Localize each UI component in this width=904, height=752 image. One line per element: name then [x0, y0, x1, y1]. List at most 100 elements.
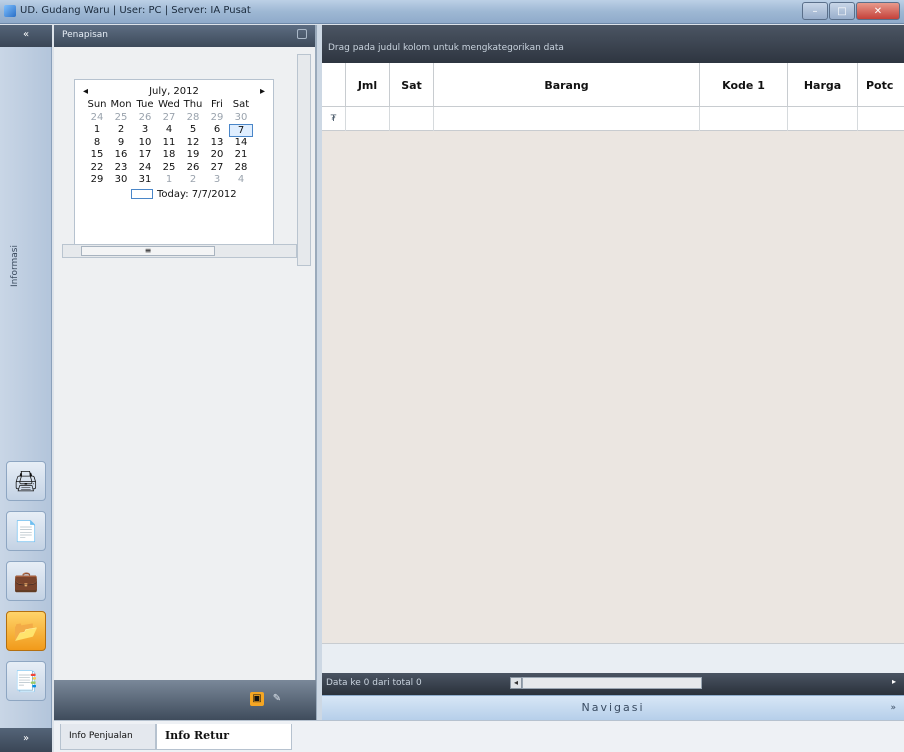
scrollbar-thumb[interactable]: ≡ — [81, 246, 215, 256]
filter-panel: Penapisan ◂ July, 2012 ▸ Sun Mon Tue Wed Thu… — [54, 25, 316, 720]
calendar-day[interactable]: 14 — [229, 137, 253, 150]
calendar-day[interactable]: 12 — [181, 137, 205, 150]
navigation-section-bar[interactable]: Navigasi » — [322, 695, 904, 720]
calendar-day[interactable]: 31 — [133, 174, 157, 187]
filter-cell-barang[interactable] — [434, 107, 700, 131]
filter-cell-kode1[interactable] — [700, 107, 788, 131]
calendar-day[interactable]: 24 — [85, 112, 109, 125]
filter-apply-icon[interactable]: ▣ — [250, 692, 264, 706]
calendar-day[interactable]: 9 — [109, 137, 133, 150]
calendar-day[interactable]: 27 — [157, 112, 181, 125]
prev-month-button[interactable]: ◂ — [83, 86, 88, 97]
calendar-day[interactable]: 26 — [181, 162, 205, 175]
calendar-day[interactable]: 29 — [205, 112, 229, 125]
printer-icon[interactable]: 🖨 — [6, 461, 46, 501]
tab-info-penjualan[interactable]: Info Penjualan — [60, 724, 156, 750]
filter-horizontal-scrollbar[interactable]: ≡ — [62, 244, 297, 258]
column-header-harga[interactable]: Harga — [788, 63, 858, 107]
calendar-day[interactable]: 7 — [229, 124, 253, 137]
pin-icon[interactable] — [297, 29, 307, 39]
close-button[interactable]: ✕ — [856, 2, 900, 20]
calendar-day[interactable]: 28 — [181, 112, 205, 125]
calendar-day[interactable]: 24 — [133, 162, 157, 175]
calendar-day[interactable]: 3 — [205, 174, 229, 187]
date-calendar[interactable]: ◂ July, 2012 ▸ Sun Mon Tue Wed Thu Fri Sat 24 25… — [74, 79, 274, 245]
maximize-button[interactable]: □ — [829, 2, 855, 20]
calendar-day[interactable]: 30 — [229, 112, 253, 125]
calendar-day[interactable]: 1 — [157, 174, 181, 187]
column-header-sat[interactable]: Sat — [390, 63, 434, 107]
row-indicator-header — [322, 63, 346, 107]
window-controls: – □ ✕ — [801, 2, 900, 20]
chevron-right-icon[interactable]: » — [890, 696, 898, 720]
calendar-day[interactable]: 30 — [109, 174, 133, 187]
calendar-day[interactable]: 4 — [229, 174, 253, 187]
calendar-day[interactable]: 17 — [133, 149, 157, 162]
calendar-day[interactable]: 4 — [157, 124, 181, 137]
tab-info-retur-penjualan[interactable]: Info Retur Penjualan — [156, 724, 292, 750]
document-icon[interactable]: 📄 — [6, 511, 46, 551]
wrench-icon[interactable]: ✎ — [270, 692, 284, 706]
filter-panel-title: Penapisan — [62, 30, 108, 40]
calendar-day[interactable]: 26 — [133, 112, 157, 125]
briefcase-icon[interactable]: 💼 — [6, 561, 46, 601]
calendar-day[interactable]: 18 — [157, 149, 181, 162]
column-header-barang[interactable]: Barang — [434, 63, 700, 107]
calendar-today[interactable]: Today: 7/7/2012 — [131, 189, 273, 200]
calendar-day[interactable]: 11 — [157, 137, 181, 150]
grid-footer — [322, 643, 904, 673]
calendar-day[interactable]: 23 — [109, 162, 133, 175]
grid-horizontal-scrollbar[interactable] — [522, 677, 702, 689]
calendar-day[interactable]: 15 — [85, 149, 109, 162]
calendar-day[interactable]: 8 — [85, 137, 109, 150]
calendar-day[interactable]: 20 — [205, 149, 229, 162]
record-navigator-text: Data ke 0 dari total 0 — [326, 678, 422, 688]
calendar-header: ◂ July, 2012 ▸ — [75, 80, 273, 99]
filter-cell-potongan[interactable] — [858, 107, 904, 131]
app-icon — [4, 5, 16, 17]
calendar-day[interactable]: 29 — [85, 174, 109, 187]
calendar-day[interactable]: 3 — [133, 124, 157, 137]
today-label: Today: 7/7/2012 — [157, 188, 237, 200]
calendar-day[interactable]: 16 — [109, 149, 133, 162]
calendar-day-of-week: Mon — [110, 99, 132, 110]
folder-icon[interactable]: 📂 — [6, 611, 46, 651]
filter-panel-footer: ▣ ✎ — [54, 680, 316, 720]
report-icon[interactable]: 📑 — [6, 661, 46, 701]
column-header-potongan[interactable]: Potc — [858, 63, 904, 107]
calendar-day[interactable]: 13 — [205, 137, 229, 150]
filter-vertical-scrollbar[interactable] — [297, 54, 311, 266]
calendar-day[interactable]: 28 — [229, 162, 253, 175]
calendar-day[interactable]: 25 — [157, 162, 181, 175]
title-bar: UD. Gudang Waru | User: PC | Server: IA … — [0, 0, 904, 24]
calendar-day[interactable]: 27 — [205, 162, 229, 175]
calendar-day[interactable]: 21 — [229, 149, 253, 162]
calendar-day[interactable]: 19 — [181, 149, 205, 162]
filter-icon[interactable]: ₮ — [322, 107, 346, 131]
calendar-day[interactable]: 10 — [133, 137, 157, 150]
filter-cell-sat[interactable] — [390, 107, 434, 131]
calendar-day[interactable]: 2 — [109, 124, 133, 137]
calendar-day[interactable]: 1 — [85, 124, 109, 137]
calendar-day[interactable]: 5 — [181, 124, 205, 137]
column-header-kode1[interactable]: Kode 1 — [700, 63, 788, 107]
group-by-panel[interactable]: Drag pada judul kolom untuk mengkategori… — [322, 25, 904, 63]
filter-cell-jml[interactable] — [346, 107, 390, 131]
calendar-day-of-week: Sun — [87, 99, 107, 110]
grid-body[interactable] — [322, 131, 904, 643]
data-grid: Drag pada judul kolom untuk mengkategori… — [322, 25, 904, 720]
calendar-day-of-week: Thu — [183, 99, 203, 110]
scroll-right-button[interactable]: ▸ — [892, 677, 902, 689]
column-header-jml[interactable]: Jml — [346, 63, 390, 107]
filter-cell-harga[interactable] — [788, 107, 858, 131]
calendar-day[interactable]: 22 — [85, 162, 109, 175]
calendar-day[interactable]: 25 — [109, 112, 133, 125]
navigation-strip: « Informasi 🖨 📄 💼 📂 📑 » — [0, 25, 52, 752]
calendar-day[interactable]: 6 — [205, 124, 229, 137]
scroll-left-button[interactable]: ◂ — [510, 677, 522, 689]
collapse-nav-button[interactable]: » — [0, 728, 52, 752]
expand-nav-button[interactable]: « — [0, 25, 52, 47]
minimize-button[interactable]: – — [802, 2, 828, 20]
next-month-button[interactable]: ▸ — [260, 86, 265, 97]
calendar-day[interactable]: 2 — [181, 174, 205, 187]
